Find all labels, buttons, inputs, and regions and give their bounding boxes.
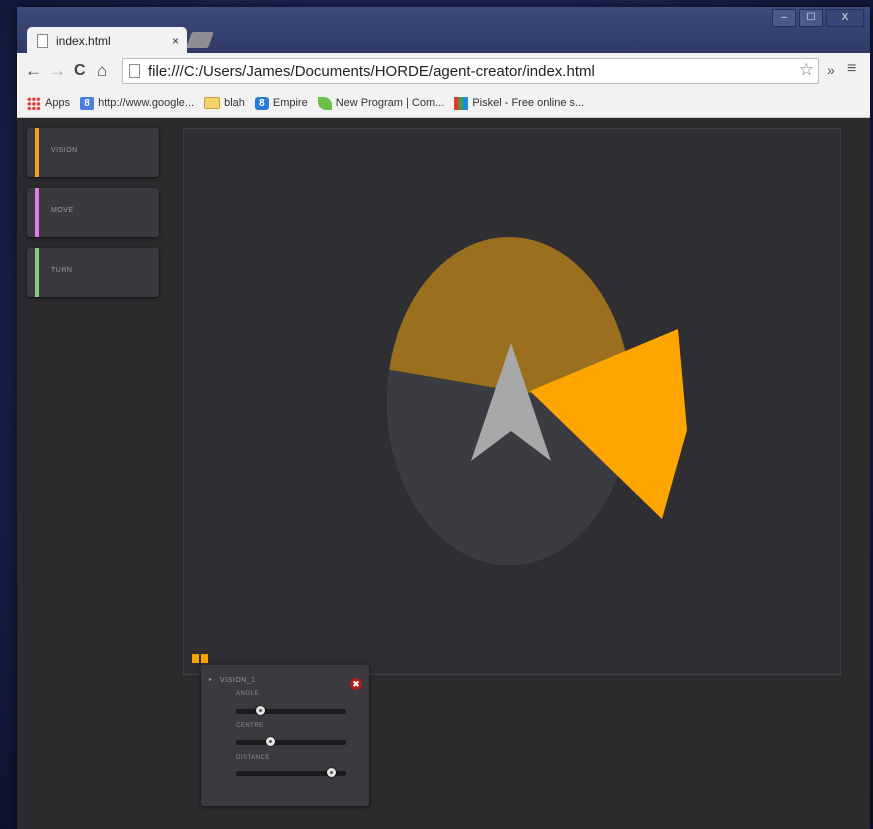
agent-canvas[interactable] xyxy=(183,128,841,675)
browser-window: index.html × ‒ ☐ X ← → C ⌂ ☆ » ≡ Apps 8 … xyxy=(17,7,870,829)
close-window-button[interactable]: X xyxy=(826,9,864,27)
centre-slider[interactable] xyxy=(236,737,346,746)
forward-arrow-icon[interactable]: → xyxy=(49,62,66,80)
agent-diagram xyxy=(387,237,687,565)
bookmark-label: Piskel - Free online s... xyxy=(472,97,585,109)
remove-panel-icon[interactable]: ✖ xyxy=(350,678,362,690)
sidebar-item-vision[interactable]: VISION xyxy=(27,128,159,177)
menu-icon[interactable]: ≡ xyxy=(847,60,856,78)
bookmark-star-icon[interactable]: ☆ xyxy=(799,60,814,80)
folder-icon xyxy=(204,97,221,109)
sidebar-item-label: MOVE xyxy=(51,207,74,214)
url-input[interactable] xyxy=(146,61,790,81)
sidebar-item-label: TURN xyxy=(51,267,73,274)
reload-icon[interactable]: C xyxy=(74,62,86,80)
slider-knob[interactable] xyxy=(266,737,276,746)
tab-index[interactable]: index.html × xyxy=(27,27,187,54)
bookmark-label: blah xyxy=(224,97,245,109)
bookmarks-bar: Apps 8 http://www.google... blah 8 Empir… xyxy=(17,89,870,118)
window-controls: ‒ ☐ X xyxy=(772,9,864,27)
vision-settings-panel: ▸ VISION_1 ✖ ANGLE CENTRE DISTANCE xyxy=(201,665,369,806)
home-icon[interactable]: ⌂ xyxy=(97,62,107,80)
address-bar[interactable]: ☆ xyxy=(122,58,819,84)
back-arrow-icon[interactable]: ← xyxy=(25,62,42,80)
angle-slider[interactable] xyxy=(236,706,346,715)
collapse-arrow-icon[interactable]: ▸ xyxy=(209,676,212,683)
apps-icon xyxy=(27,96,41,110)
slider-knob[interactable] xyxy=(256,706,266,715)
sidebar-item-turn[interactable]: TURN xyxy=(27,248,159,297)
distance-slider[interactable] xyxy=(236,768,346,777)
empire-icon: 8 xyxy=(254,96,269,110)
grid-icon xyxy=(454,96,469,110)
title-bar: index.html × ‒ ☐ X xyxy=(17,7,870,54)
slider-label-distance: DISTANCE xyxy=(236,755,270,761)
sidebar-item-label: VISION xyxy=(51,147,78,154)
slider-label-centre: CENTRE xyxy=(236,723,264,729)
new-tab-button[interactable] xyxy=(186,32,214,48)
color-stripe xyxy=(35,248,39,297)
bookmark-google[interactable]: 8 http://www.google... xyxy=(80,96,195,110)
bookmark-label: http://www.google... xyxy=(98,97,195,109)
bookmark-piskel[interactable]: Piskel - Free online s... xyxy=(454,96,585,110)
bookmark-label: Apps xyxy=(45,97,71,109)
tab-title: index.html xyxy=(56,33,111,48)
color-stripe xyxy=(35,128,39,177)
bookmark-blah[interactable]: blah xyxy=(204,97,245,109)
sidebar-item-move[interactable]: MOVE xyxy=(27,188,159,237)
tab-close-icon[interactable]: × xyxy=(172,34,179,48)
bookmark-apps[interactable]: Apps xyxy=(27,96,71,110)
panel-title: VISION_1 xyxy=(220,677,256,684)
browser-toolbar: ← → C ⌂ ☆ » ≡ xyxy=(17,53,870,89)
document-icon xyxy=(37,33,48,48)
bookmark-label: New Program | Com... xyxy=(335,97,445,109)
indicator-square[interactable] xyxy=(201,654,208,663)
leaf-icon xyxy=(317,96,332,110)
page-viewport: VISION MOVE TURN ▸ VISION_1 ✖ ANGLE CENT… xyxy=(17,118,870,829)
bookmark-label: Empire xyxy=(272,97,308,109)
extensions-chevron-icon[interactable]: » xyxy=(827,62,835,78)
color-stripe xyxy=(35,188,39,237)
slider-label-angle: ANGLE xyxy=(236,691,259,697)
slider-knob[interactable] xyxy=(326,768,336,777)
google-icon: 8 xyxy=(80,96,95,110)
page-icon xyxy=(129,64,140,78)
indicator-square[interactable] xyxy=(192,654,199,663)
maximize-button[interactable]: ☐ xyxy=(799,9,823,27)
bookmark-new-program[interactable]: New Program | Com... xyxy=(317,96,445,110)
bookmark-empire[interactable]: 8 Empire xyxy=(254,96,308,110)
minimize-button[interactable]: ‒ xyxy=(772,9,796,27)
